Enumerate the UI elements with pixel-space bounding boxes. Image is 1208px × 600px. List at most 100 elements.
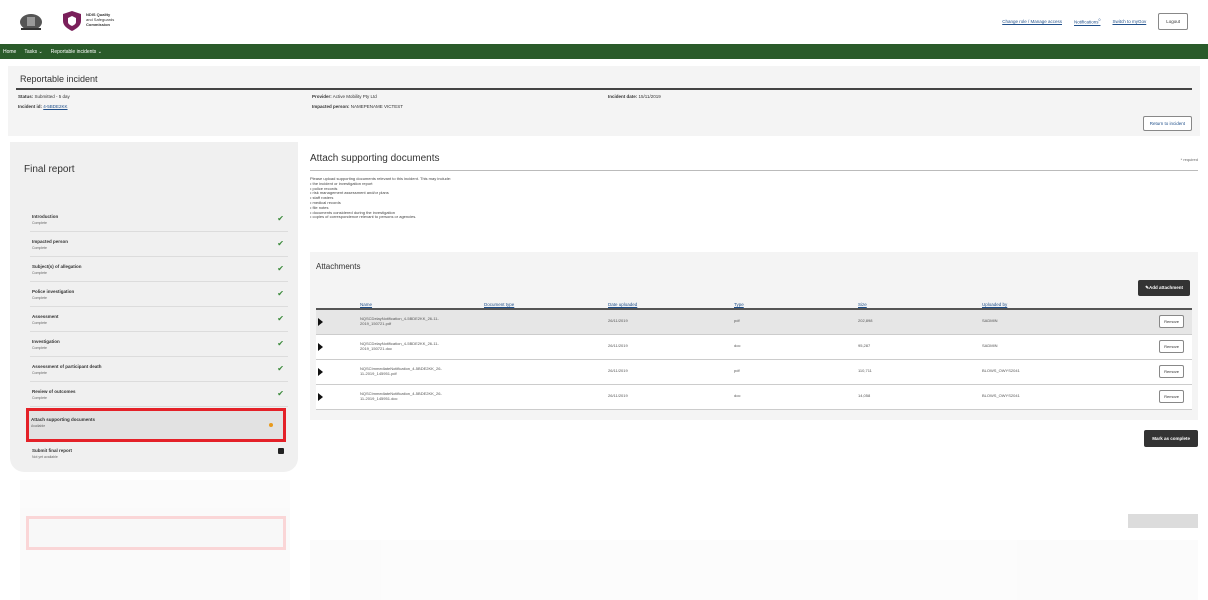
uploaded-by: BLOWS_OWYS2041 [982,393,1020,398]
site-header: NDIS Quality and Safeguards Commission C… [0,0,1208,44]
sidebar-item-label: Police investigation [32,289,75,294]
sidebar-item-label: Submit final report [32,448,73,453]
nav-home[interactable]: Home [3,49,16,55]
status-value: Submitted - 5 day [34,94,70,99]
sidebar-item-participant-death[interactable]: Assessment of participant death Complete… [30,358,288,382]
switch-mygov-link[interactable]: Switch to myGov [1112,19,1146,24]
sidebar-item-introduction[interactable]: Introduction Complete ✔ [30,208,288,232]
reflection-highlight [26,516,286,550]
column-header-size[interactable]: Size [858,302,867,307]
file-name-line: 2019_150721.pdf [360,321,392,326]
sidebar-item-status-text: Complete [32,296,47,300]
remove-button[interactable]: Remove [1159,340,1184,353]
nav-reportable-incidents[interactable]: Reportable incidents ⌄ [51,49,102,55]
file-size: 202,898 [858,318,873,323]
sidebar-item-attach-documents[interactable]: Attach supporting documents Available [26,408,286,442]
file-size: 14,058 [858,393,871,398]
sidebar-item-label: Introduction [32,214,59,219]
status-label: Status: [18,94,34,99]
notifications-link[interactable]: Notifications0 [1074,18,1100,25]
sidebar-item-investigation[interactable]: Investigation Complete ✔ [30,333,288,357]
sidebar-item-subjects-of-allegation[interactable]: Subject(s) of allegation Complete ✔ [30,258,288,282]
table-header: Name Document type Date uploaded Type Si… [316,298,1192,310]
date-uploaded: 26/11/2019 [608,343,628,348]
sidebar-item-impacted-person[interactable]: Impacted person Complete ✔ [30,233,288,257]
table-row: NQSCDelayNotification_4-5BDE2KK_26-11- 20… [316,335,1192,360]
provider-value: Active Mobility Pty Ltd [332,94,377,99]
remove-button[interactable]: Remove [1159,315,1184,328]
provider-label: Provider: [312,94,332,99]
column-header-uploaded-by[interactable]: Uploaded by [982,302,1007,307]
sidebar-item-assessment[interactable]: Assessment Complete ✔ [30,308,288,332]
sidebar-item-label: Attach supporting documents [31,417,95,422]
column-header-date-uploaded[interactable]: Date uploaded [608,302,637,307]
expand-row-icon[interactable] [318,343,323,351]
attachments-panel: Attachments ✎Add attachment Name Documen… [310,252,1198,420]
section-divider [310,170,1198,171]
file-name-line: 11-2019_145951.pdf [360,371,397,376]
intro-text: Please upload supporting documents relev… [310,176,451,220]
return-to-incident-button[interactable]: Return to incident [1142,116,1192,131]
column-header-document-type[interactable]: Document type [484,302,514,307]
logo-line-3: Commission [86,22,111,27]
file-name: NQSCImmediateNotification_4-5BDE2KK_26- 1… [360,391,480,401]
sidebar-item-label: Review of outcomes [32,389,76,394]
ndis-commission-logo-icon [63,11,81,31]
incident-id-label: Incident id: [18,104,42,109]
incident-id-field: Incident id: 4-5BDE2KK [18,104,68,109]
checkmark-icon: ✔ [277,289,284,298]
uploaded-by: SADMIN [982,318,998,323]
lock-icon [278,448,284,454]
expand-row-icon[interactable] [318,393,323,401]
add-attachment-button[interactable]: ✎Add attachment [1138,280,1190,296]
remove-button[interactable]: Remove [1159,365,1184,378]
reflection-decoration [0,480,1208,600]
intro-line: • copies of correspondence relevant to p… [310,214,417,220]
notifications-label: Notifications [1074,19,1099,25]
page-title: Reportable incident [20,74,98,84]
mark-as-complete-button[interactable]: Mark as complete [1144,430,1198,447]
checkmark-icon: ✔ [277,239,284,248]
sidebar-item-label: Impacted person [32,239,69,244]
remove-button[interactable]: Remove [1159,390,1184,403]
sidebar-item-police-investigation[interactable]: Police investigation Complete ✔ [30,283,288,307]
sidebar-item-status-text: Complete [32,346,47,350]
uploaded-by: BLOWS_OWYS2041 [982,368,1020,373]
impacted-value: NAMEPENAME VICTEST [350,104,404,109]
uploaded-by: SADMIN [982,343,998,348]
incident-id-link[interactable]: 4-5BDE2KK [43,104,67,109]
file-name-line: 11-2019_145951.doc [360,396,398,401]
impacted-person-field: Impacted person: NAMEPENAME VICTEST [312,104,403,109]
attachments-title: Attachments [316,262,361,271]
checkmark-icon: ✔ [277,364,284,373]
date-uploaded: 26/11/2019 [608,318,628,323]
provider-field: Provider: Active Mobility Pty Ltd [312,94,377,99]
file-name: NQSCImmediateNotification_4-5BDE2KK_26- 1… [360,366,480,376]
logo-text: NDIS Quality and Safeguards Commission [86,12,114,27]
change-role-link[interactable]: Change role / Manage access [1002,19,1062,24]
expand-row-icon[interactable] [318,368,323,376]
sidebar-title: Final report [24,164,75,175]
nav-tasks[interactable]: Tasks ⌄ [24,49,42,55]
column-header-type[interactable]: Type [734,302,744,307]
add-attachment-label: Add attachment [1148,285,1183,290]
file-name-line: 2019_150721.doc [360,346,393,351]
table-row: NQSCImmediateNotification_4-5BDE2KK_26- 1… [316,385,1192,410]
sidebar-item-label: Assessment of participant death [32,364,102,369]
expand-row-icon[interactable] [318,318,323,326]
sidebar-item-status-text: Available [31,424,46,428]
breadcrumb-nav: Home Tasks ⌄ Reportable incidents ⌄ [0,44,1208,59]
column-header-name[interactable]: Name [360,302,372,307]
file-type: pdf [734,368,740,373]
file-name: NQSCDelayNotification_4-5BDE2KK_26-11- 20… [360,341,480,351]
logout-button[interactable]: Logout [1158,13,1188,30]
sidebar-item-review-of-outcomes[interactable]: Review of outcomes Complete ✔ [30,383,288,407]
final-report-sidebar: Final report Introduction Complete ✔ Imp… [10,142,298,472]
sidebar-item-label: Subject(s) of allegation [32,264,82,269]
sidebar-item-label: Assessment [32,314,59,319]
sidebar-item-submit-final-report[interactable]: Submit final report Not yet available [30,442,288,466]
sidebar-item-status-text: Complete [32,221,47,225]
reflection-button [1128,514,1198,528]
checkmark-icon: ✔ [277,214,284,223]
sidebar-item-status-text: Complete [32,396,47,400]
